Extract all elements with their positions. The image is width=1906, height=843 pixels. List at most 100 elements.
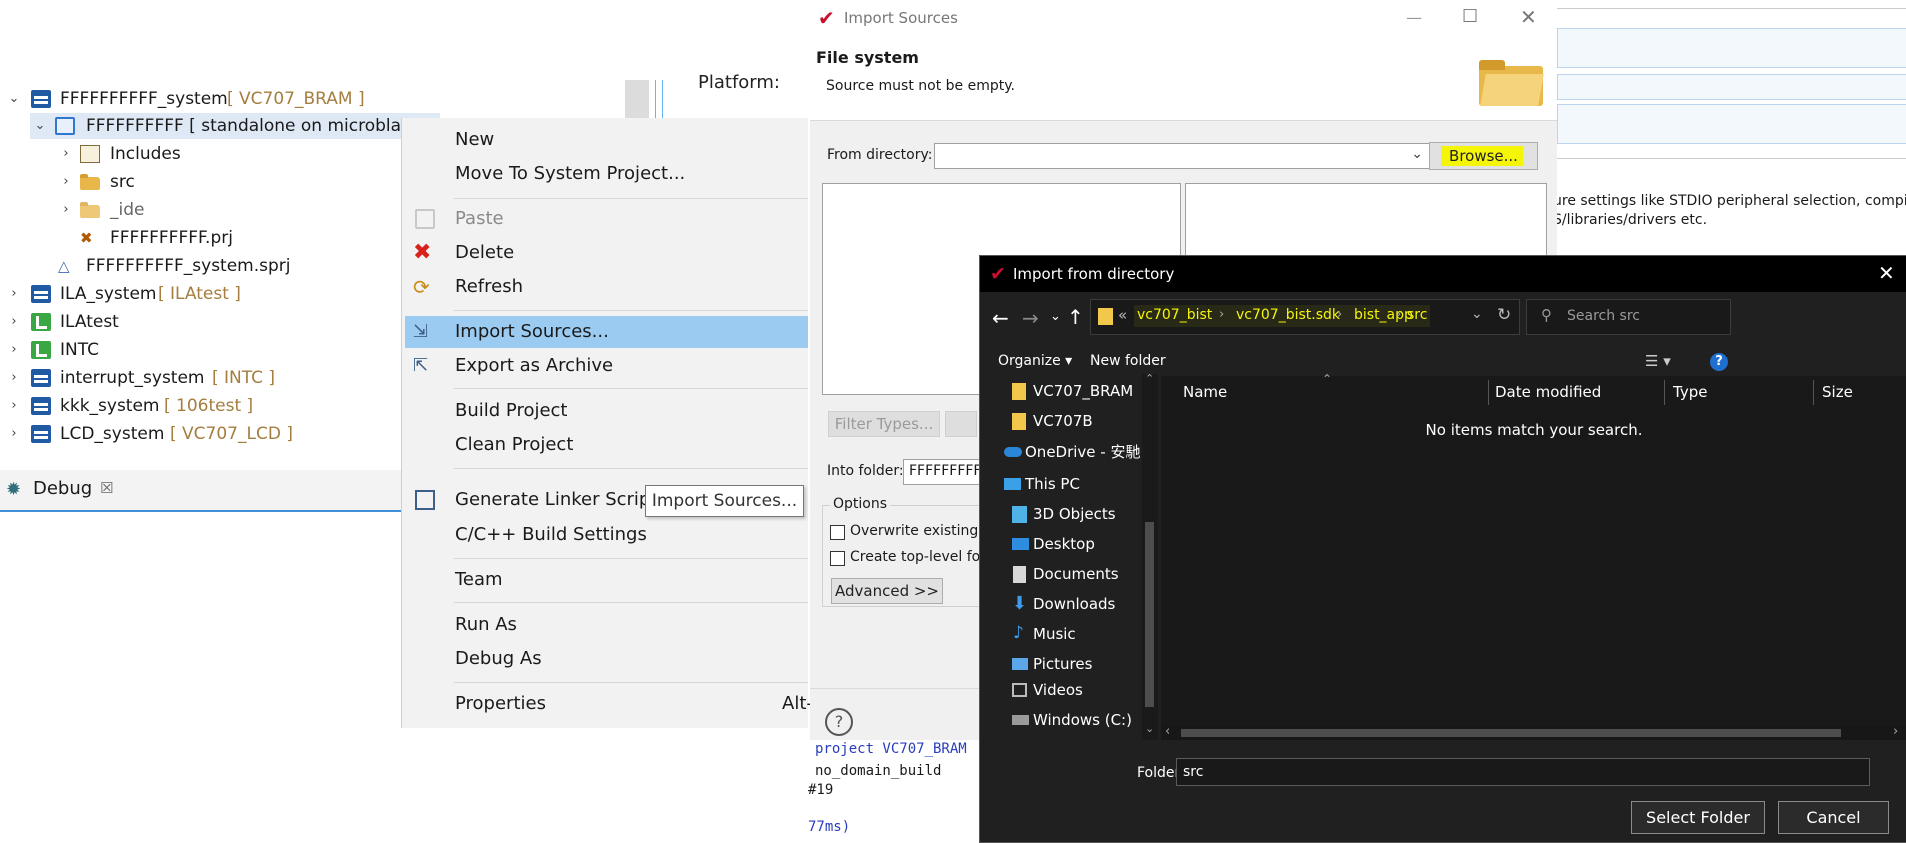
forward-arrow-icon[interactable]: →: [1022, 306, 1039, 330]
filter-types-button[interactable]: Filter Types...: [828, 411, 940, 437]
cloud-icon: [1004, 447, 1022, 457]
menu-item-import-sources[interactable]: ⇲ Import Sources...: [405, 316, 808, 348]
editor-field[interactable]: [1557, 104, 1906, 144]
menu-item-team[interactable]: Team: [402, 564, 808, 596]
column-divider[interactable]: [1488, 380, 1489, 405]
tree-item-lcd-system[interactable]: › LCD_system [ VC707_LCD ]: [0, 421, 400, 447]
menu-separator: [454, 602, 808, 603]
menu-item-export-archive[interactable]: ⇱ Export as Archive: [402, 350, 808, 382]
tree-item-ilatest[interactable]: › ILAtest: [0, 309, 400, 335]
scrollbar-thumb[interactable]: [1181, 729, 1841, 737]
menu-item-move-to-system[interactable]: Move To System Project...: [402, 158, 808, 190]
scrollbar-thumb[interactable]: [1145, 522, 1154, 707]
computer-icon: [1004, 478, 1021, 490]
help-icon[interactable]: ?: [1710, 353, 1728, 371]
tree-item-kkk-system[interactable]: › kkk_system [ 106test ]: [0, 393, 400, 419]
tree-item-ila-system[interactable]: › ILA_system [ ILAtest ]: [0, 281, 400, 307]
chevron-right-icon[interactable]: ›: [8, 337, 20, 363]
organize-menu[interactable]: Organize ▾: [998, 353, 1072, 369]
editor-field[interactable]: [1557, 74, 1906, 100]
view-options-icon[interactable]: ☰ ▾: [1645, 352, 1671, 370]
select-folder-button[interactable]: Select Folder: [1631, 801, 1765, 834]
breadcrumb-item[interactable]: vc707_bist: [1137, 307, 1212, 323]
column-divider[interactable]: [1813, 380, 1814, 405]
menu-item-delete[interactable]: ✖ Delete: [402, 237, 808, 269]
column-header-size[interactable]: Size: [1822, 376, 1853, 409]
maximize-icon[interactable]: ☐: [1462, 6, 1478, 27]
breadcrumb-item[interactable]: src: [1407, 307, 1427, 323]
folder-icon: [1012, 383, 1026, 400]
chevron-down-icon[interactable]: ⌄: [34, 113, 46, 139]
menu-item-refresh[interactable]: ⟳ Refresh: [402, 271, 808, 303]
close-icon[interactable]: ✕: [1878, 261, 1895, 285]
menu-item-build-settings[interactable]: C/C++ Build Settings: [402, 519, 808, 551]
tree-item-interrupt-system[interactable]: › interrupt_system [ INTC ]: [0, 365, 400, 391]
tree-item-tag: [ VC707_LCD ]: [170, 424, 293, 444]
help-icon[interactable]: ?: [825, 708, 853, 736]
address-bar[interactable]: « vc707_bist › vc707_bist.sdk › bist_app…: [1090, 299, 1520, 335]
chevron-right-icon[interactable]: ›: [60, 141, 72, 167]
chevron-down-icon[interactable]: ⌄: [1145, 722, 1154, 735]
from-directory-combo[interactable]: ⌄: [934, 143, 1430, 169]
close-icon[interactable]: ☒: [100, 479, 113, 497]
tree-item-intc[interactable]: › INTC: [0, 337, 400, 363]
file-list[interactable]: ⌃ Name Date modified Type Size No items …: [1161, 372, 1906, 736]
close-icon[interactable]: ✕: [1520, 5, 1537, 29]
chevron-right-icon[interactable]: ›: [60, 169, 72, 195]
recent-dropdown-icon[interactable]: ⌄: [1050, 309, 1061, 324]
search-input[interactable]: ⚲ Search src: [1526, 299, 1731, 335]
cancel-button[interactable]: Cancel: [1778, 801, 1889, 834]
back-arrow-icon[interactable]: ←: [992, 306, 1009, 330]
editor-field[interactable]: [1557, 28, 1906, 68]
menu-item-clean-project[interactable]: Clean Project: [402, 429, 808, 461]
folder-name-input[interactable]: src: [1176, 758, 1870, 786]
tree-item-prj[interactable]: ✖ FFFFFFFFFF.prj: [56, 225, 356, 251]
chevron-left-icon[interactable]: ‹: [1165, 724, 1170, 739]
chevron-right-icon[interactable]: ›: [8, 393, 20, 419]
menu-item-properties[interactable]: Properties Alt-: [402, 688, 813, 720]
status-message: Source must not be empty.: [826, 78, 1015, 94]
chevron-right-icon[interactable]: ›: [60, 197, 72, 223]
tree-item-sprj[interactable]: △ FFFFFFFFFF_system.sprj: [56, 253, 356, 279]
column-divider[interactable]: [1664, 380, 1665, 405]
column-header-date[interactable]: Date modified: [1495, 376, 1601, 409]
select-all-button[interactable]: [945, 411, 977, 437]
menu-item-debug-as[interactable]: Debug As: [402, 643, 808, 675]
scrollbar[interactable]: [625, 80, 649, 120]
refresh-icon[interactable]: ↻: [1497, 305, 1511, 325]
breadcrumb-overflow[interactable]: «: [1118, 306, 1127, 324]
chevron-right-icon[interactable]: ›: [8, 421, 20, 447]
horizontal-scrollbar[interactable]: ‹ ›: [1161, 724, 1906, 740]
tree-item-fffff-system[interactable]: ⌄ FFFFFFFFFF_system [ VC707_BRAM ]: [0, 86, 400, 112]
minimize-icon[interactable]: —: [1406, 8, 1422, 27]
menu-item-run-as[interactable]: Run As: [402, 609, 808, 641]
debug-view-tab[interactable]: ✹ Debug ☒: [0, 470, 402, 512]
chevron-down-icon[interactable]: ⌄: [1411, 146, 1423, 162]
tree-item-includes[interactable]: › Includes: [56, 141, 356, 167]
column-header-type[interactable]: Type: [1673, 376, 1707, 409]
chevron-right-icon[interactable]: ›: [8, 365, 20, 391]
chevron-right-icon[interactable]: ›: [8, 281, 20, 307]
breadcrumb-item[interactable]: vc707_bist.sdk: [1236, 307, 1340, 323]
create-top-level-checkbox[interactable]: [830, 551, 845, 566]
overwrite-checkbox[interactable]: [830, 525, 845, 540]
nav-scrollbar[interactable]: ⌃ ⌄: [1142, 372, 1158, 740]
chevron-right-icon[interactable]: ›: [8, 309, 20, 335]
new-folder-button[interactable]: New folder: [1090, 353, 1166, 369]
advanced-button[interactable]: Advanced >>: [831, 578, 943, 604]
up-arrow-icon[interactable]: ↑: [1067, 305, 1084, 329]
delete-icon: ✖: [413, 240, 432, 265]
menu-item-paste[interactable]: Paste: [402, 203, 808, 235]
chevron-up-icon[interactable]: ⌃: [1145, 372, 1154, 385]
tree-item-src[interactable]: › src: [56, 169, 356, 195]
menu-item-build-project[interactable]: Build Project: [402, 395, 808, 427]
chevron-down-icon[interactable]: ⌄: [1471, 306, 1483, 322]
breadcrumb-item[interactable]: bist_app: [1354, 307, 1413, 323]
column-header-name[interactable]: Name: [1183, 376, 1227, 409]
tree-item-fffff-app[interactable]: ⌄ FFFFFFFFFF [ standalone on microblaz: [30, 113, 440, 139]
menu-item-new[interactable]: New: [402, 124, 808, 156]
tree-item-ide[interactable]: › _ide: [56, 197, 356, 223]
browse-button[interactable]: Browse...: [1429, 142, 1538, 170]
chevron-right-icon[interactable]: ›: [1893, 724, 1898, 739]
chevron-down-icon[interactable]: ⌄: [8, 86, 20, 112]
